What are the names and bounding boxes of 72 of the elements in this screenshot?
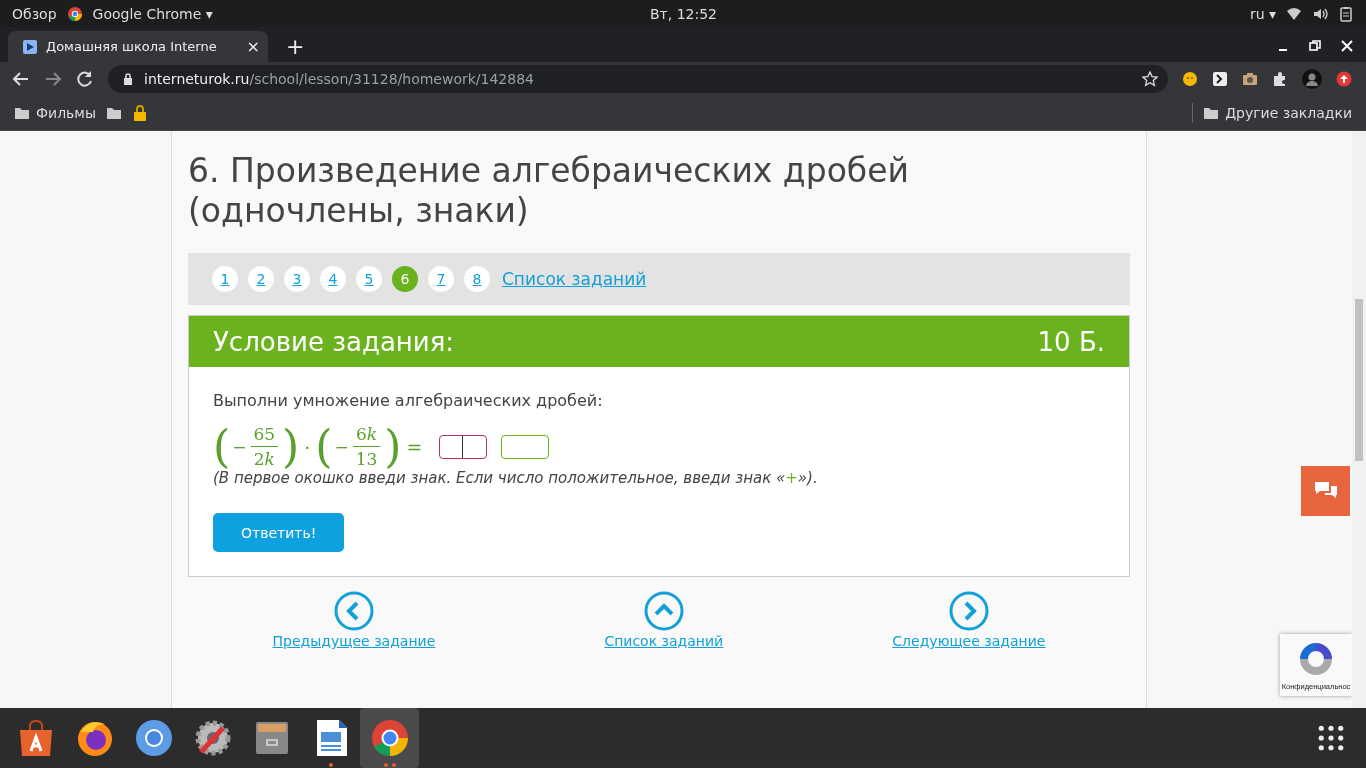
task-number-link[interactable]: 6 (392, 266, 418, 292)
lock-icon (131, 105, 148, 121)
folder-bookmark[interactable] (105, 105, 122, 121)
fraction-numerator: 65 (252, 424, 277, 446)
chevron-right-icon (948, 591, 989, 631)
other-bookmarks-folder[interactable]: Другие закладки (1203, 105, 1352, 121)
equals-sign: = (406, 435, 423, 458)
task-number-link[interactable]: 8 (464, 266, 490, 292)
close-icon[interactable]: × (246, 37, 260, 56)
task-number-link[interactable]: 3 (284, 266, 310, 292)
smiley-icon[interactable] (1182, 71, 1198, 87)
activities-button[interactable]: Обзор (12, 5, 57, 22)
address-bar[interactable]: interneturok.ru/school/lesson/31128/homework/142884 (108, 65, 1168, 93)
reload-icon[interactable] (76, 70, 94, 88)
chat-button[interactable] (1301, 466, 1350, 516)
task-number-link[interactable]: 5 (356, 266, 382, 292)
language-menu[interactable]: ru ▾ (1249, 5, 1276, 22)
parenthesis: ) (282, 424, 300, 469)
task-instruction: Выполни умножение алгебраических дробей: (213, 391, 604, 410)
task-navigation-link[interactable]: Список заданий (604, 591, 724, 649)
close-icon[interactable] (1340, 39, 1354, 53)
parenthesis: ( (213, 424, 231, 469)
parenthesis: ) (384, 424, 402, 469)
points-label: 10 Б. (1037, 326, 1105, 357)
task-number-link[interactable]: 4 (320, 266, 346, 292)
task-navigation-link[interactable]: Предыдущее задание (272, 591, 436, 649)
lock-bookmark[interactable] (131, 105, 148, 121)
chrome-icon (66, 5, 83, 22)
folder-bookmark[interactable]: Фильмы (14, 105, 96, 121)
app-grid-icon[interactable] (1318, 725, 1344, 751)
dock-item[interactable] (360, 708, 419, 768)
browser-tab[interactable]: Домашняя школа Interne × (8, 31, 268, 62)
minus-sign: − (232, 436, 247, 457)
play-icon (22, 38, 38, 55)
star-icon[interactable] (1142, 71, 1158, 87)
app-menu[interactable]: Google Chrome ▾ (92, 5, 213, 22)
folder-icon (14, 105, 30, 121)
parenthesis: ( (315, 424, 333, 469)
avatar-icon[interactable] (1302, 69, 1322, 89)
new-tab-button[interactable]: + (286, 34, 305, 59)
puzzle-icon[interactable] (1272, 71, 1288, 87)
folder-icon (105, 105, 122, 121)
fraction-denominator: 2k (250, 446, 278, 469)
submit-button[interactable]: Ответить! (213, 513, 345, 552)
page-title: 6. Произведение алгебраических дробей (одночлены, знаки) (188, 151, 910, 231)
hint-text: (В первое окошко введи знак. Если число положительное, введи знак «+»). (213, 469, 819, 487)
folder-icon (1203, 105, 1220, 121)
chevron-up-icon (643, 591, 684, 631)
wifi-icon[interactable] (1286, 5, 1302, 22)
update-icon[interactable] (1336, 71, 1352, 87)
chevron-left-icon (333, 591, 374, 631)
sign-input-field[interactable] (439, 434, 488, 459)
app-icon (133, 718, 174, 758)
clock[interactable]: Вт, 12:52 (650, 5, 717, 22)
multiplication-sign: · (304, 435, 311, 458)
back-icon[interactable] (12, 70, 30, 88)
terminal-icon[interactable] (1212, 71, 1228, 87)
camera-icon[interactable] (1242, 71, 1258, 87)
answer-input-field[interactable] (501, 434, 550, 459)
task-number-link[interactable]: 7 (428, 266, 454, 292)
task-navigation-link[interactable]: Следующее задание (892, 591, 1046, 649)
minus-sign: − (334, 436, 349, 457)
lock-icon (122, 73, 134, 85)
fraction-numerator: 6k (354, 424, 379, 446)
task-number-link[interactable]: 1 (212, 266, 238, 292)
restore-icon[interactable] (1308, 39, 1322, 53)
fraction-denominator: 13 (352, 446, 381, 469)
task-number-link[interactable]: 2 (248, 266, 274, 292)
forward-icon[interactable] (44, 70, 62, 88)
task-header-title: Условие задания: (213, 326, 455, 357)
task-list-link[interactable]: Список заданий (502, 269, 647, 289)
app-icon (369, 718, 410, 758)
